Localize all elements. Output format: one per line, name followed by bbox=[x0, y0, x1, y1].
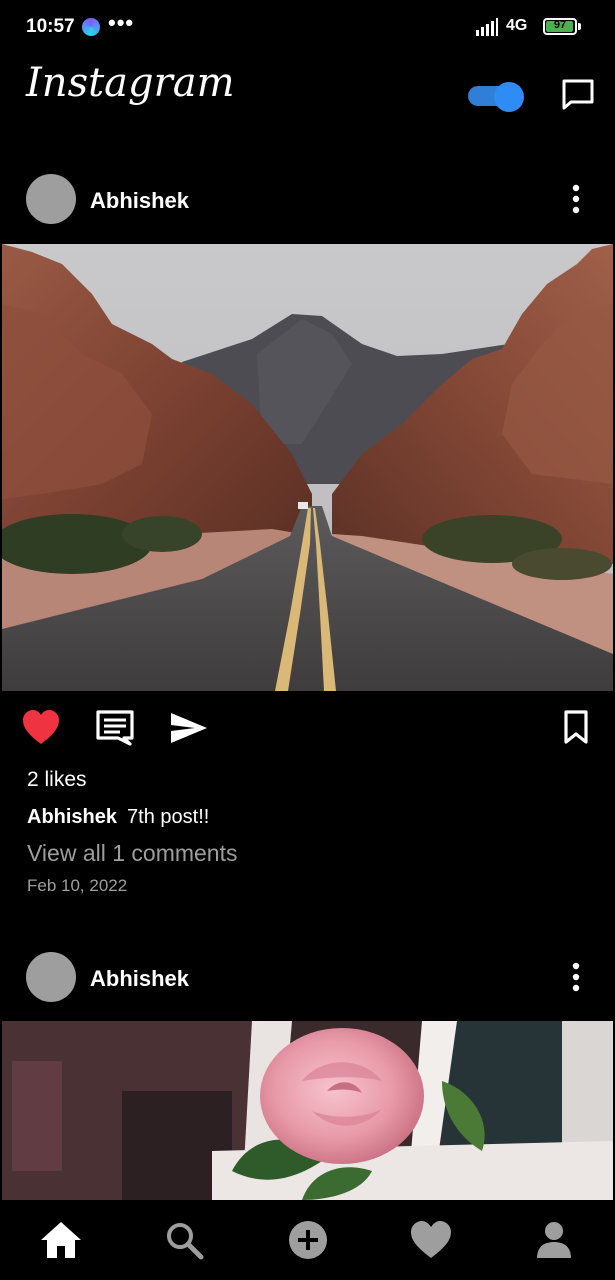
avatar[interactable] bbox=[26, 952, 76, 1002]
post-username[interactable]: Abhishek bbox=[90, 966, 189, 992]
more-options-icon[interactable] bbox=[565, 182, 587, 216]
pink-rose-photo bbox=[2, 1021, 613, 1200]
post-date: Feb 10, 2022 bbox=[27, 876, 128, 895]
status-time: 10:57 bbox=[26, 16, 75, 37]
post-header: Abhishek bbox=[0, 942, 615, 1012]
likes-count[interactable]: 2 likes bbox=[27, 768, 87, 792]
post-caption: Abhishek 7th post!! bbox=[27, 806, 209, 829]
post-image[interactable] bbox=[2, 244, 613, 691]
share-send-icon[interactable] bbox=[168, 706, 210, 750]
post-image[interactable] bbox=[2, 1021, 613, 1200]
status-bar: 10:57 ••• 4G 97 bbox=[0, 0, 615, 54]
signal-strength-icon bbox=[476, 18, 498, 36]
profile-icon[interactable] bbox=[532, 1218, 576, 1262]
network-type: 4G bbox=[506, 17, 528, 34]
post-header: Abhishek bbox=[0, 164, 615, 234]
view-comments-link[interactable]: View all 1 comments bbox=[27, 840, 238, 867]
bottom-navigation bbox=[0, 1200, 615, 1280]
like-heart-icon[interactable] bbox=[20, 706, 62, 750]
bookmark-icon[interactable] bbox=[556, 706, 596, 750]
comment-icon[interactable] bbox=[94, 706, 136, 750]
battery-icon: 97 bbox=[543, 18, 577, 35]
theme-toggle[interactable] bbox=[468, 82, 524, 112]
post-actions bbox=[0, 706, 615, 752]
direct-message-icon[interactable] bbox=[560, 76, 596, 112]
battery-level-text: 97 bbox=[553, 19, 567, 31]
app-header: Instagram bbox=[0, 54, 615, 144]
desert-road-photo bbox=[2, 244, 613, 691]
add-post-icon[interactable] bbox=[286, 1218, 330, 1262]
more-options-icon[interactable] bbox=[565, 960, 587, 994]
post-username[interactable]: Abhishek bbox=[90, 188, 189, 214]
caption-text: 7th post!! bbox=[127, 806, 210, 828]
toggle-knob bbox=[494, 82, 524, 112]
activity-heart-icon[interactable] bbox=[409, 1218, 453, 1262]
avatar[interactable] bbox=[26, 174, 76, 224]
home-icon[interactable] bbox=[39, 1218, 83, 1262]
search-icon[interactable] bbox=[162, 1218, 206, 1262]
battery-tip bbox=[578, 23, 581, 30]
instagram-logo[interactable]: Instagram bbox=[26, 60, 235, 106]
more-notifications-icon: ••• bbox=[108, 10, 135, 35]
app-notification-icon bbox=[82, 18, 100, 36]
caption-username[interactable]: Abhishek bbox=[27, 806, 117, 828]
